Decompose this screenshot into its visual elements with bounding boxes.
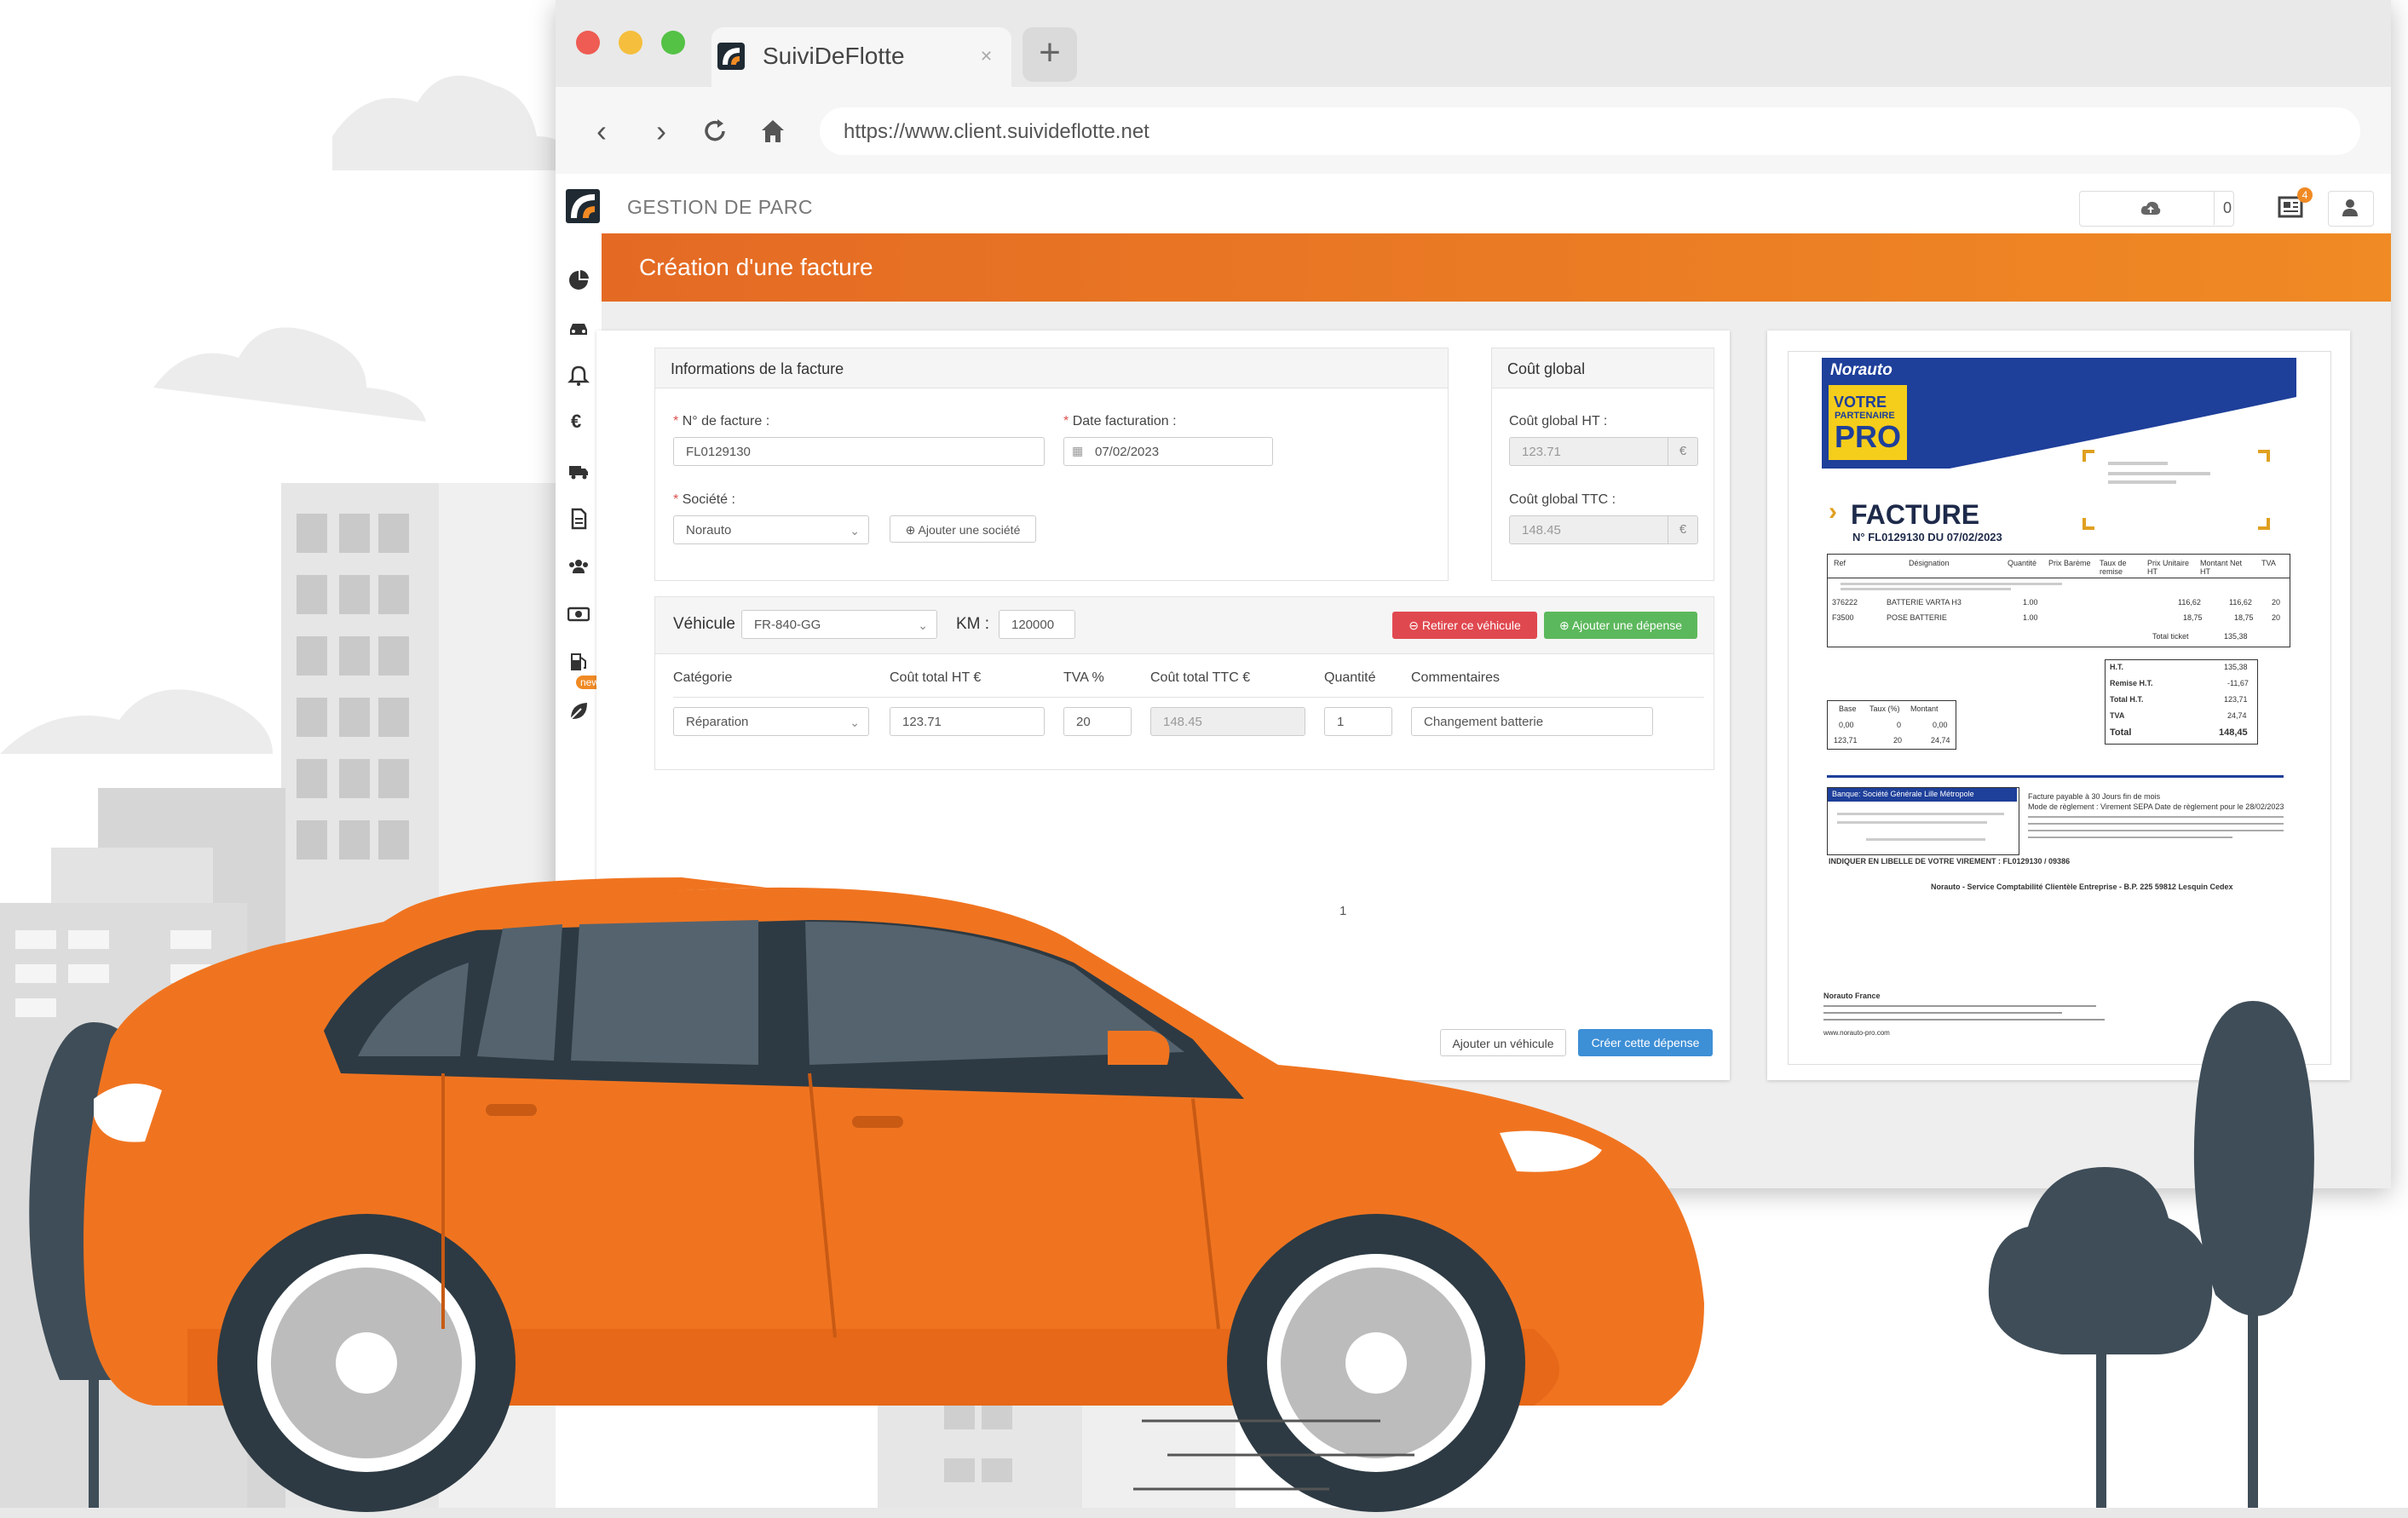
car-illustration (29, 877, 2314, 1512)
